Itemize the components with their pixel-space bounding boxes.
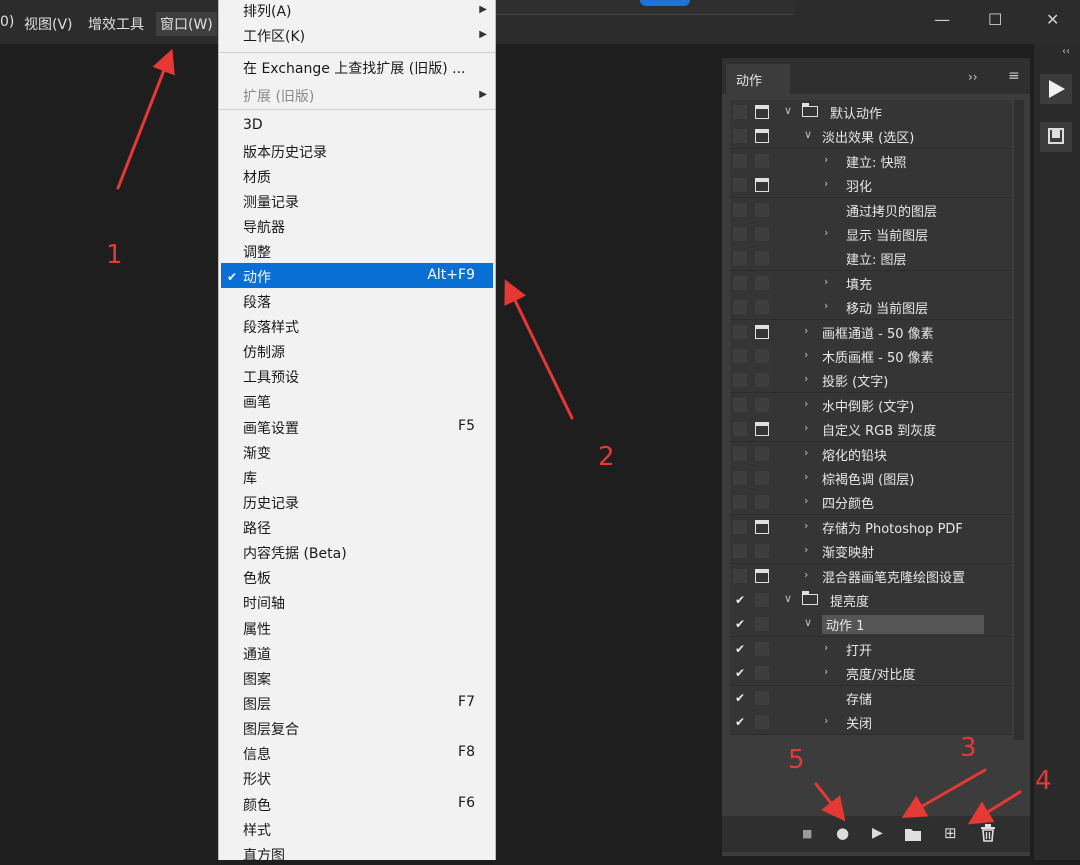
annotation-4: 4 xyxy=(1035,766,1052,796)
annotation-2: 2 xyxy=(598,442,615,472)
annotation-3: 3 xyxy=(960,733,977,763)
arrow-5 xyxy=(814,782,846,822)
arrow-2 xyxy=(504,279,574,420)
arrow-4 xyxy=(967,790,1022,825)
arrow-3 xyxy=(901,768,987,818)
annotation-5: 5 xyxy=(788,745,805,775)
annotation-arrows xyxy=(116,48,1022,825)
arrow-1 xyxy=(116,48,175,190)
annotation-1: 1 xyxy=(106,240,123,270)
